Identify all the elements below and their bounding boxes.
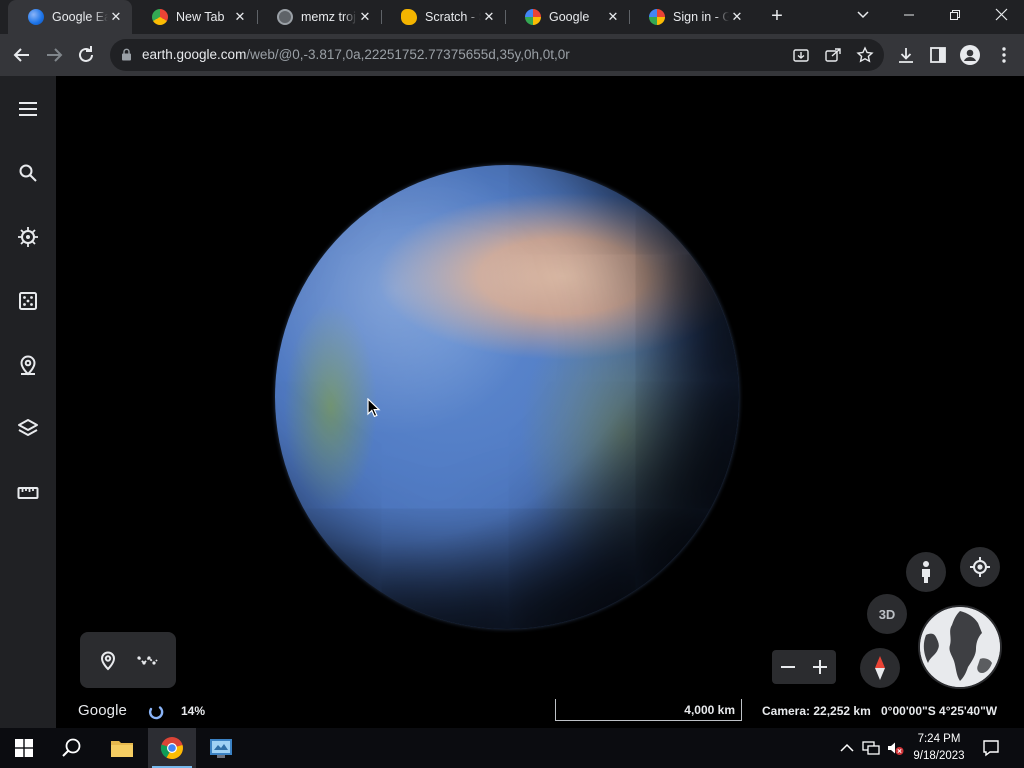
tab-new-tab[interactable]: New Tab ✕ (132, 0, 256, 34)
tab-google[interactable]: Google ✕ (505, 0, 629, 34)
zoom-controls (772, 650, 836, 684)
tab-title: Google Earth (52, 10, 108, 24)
chrome-taskbar-button[interactable] (148, 728, 196, 768)
tab-google-earth[interactable]: Google Earth ✕ (8, 0, 132, 34)
google-logo: Google (78, 702, 127, 719)
new-tab-button[interactable]: + (766, 6, 788, 28)
draw-path-icon[interactable] (136, 648, 160, 672)
scale-bar[interactable]: 4,000 km (555, 699, 742, 721)
pegman-icon (922, 561, 930, 583)
tab-title: New Tab (176, 10, 225, 24)
load-progress: 14% (181, 704, 206, 718)
folder-icon (111, 741, 133, 757)
clock-date: 9/18/2023 (913, 750, 965, 762)
loading-spinner-icon (148, 704, 164, 725)
scale-label: 4,000 km (684, 703, 735, 717)
volume-muted-icon[interactable] (886, 739, 904, 757)
url-text: earth.google.com/web/@0,-3.817,0a,222517… (142, 47, 570, 62)
tab-title: Sign in - Google (673, 10, 729, 24)
url-path: /web/@0,-3.817,0a,22251752.77375655d,35y… (246, 47, 570, 62)
close-tab-icon[interactable]: ✕ (108, 9, 124, 25)
url-host: earth.google.com (142, 47, 247, 62)
reload-icon[interactable] (74, 43, 98, 67)
tab-title: memz trojan (301, 10, 357, 24)
zoom-out-icon[interactable] (776, 655, 800, 679)
feeling-lucky-icon[interactable] (16, 289, 40, 313)
map-style-icon[interactable] (16, 417, 40, 441)
browser-toolbar: earth.google.com/web/@0,-3.817,0a,222517… (0, 34, 1024, 76)
control-panel-icon (210, 739, 232, 758)
taskbar-search-button[interactable] (48, 728, 96, 768)
close-tab-icon[interactable]: ✕ (232, 9, 248, 25)
chrome-icon (160, 737, 183, 760)
windows-taskbar: 7:24 PM 9/18/2023 (0, 728, 1024, 768)
search-icon[interactable] (16, 161, 40, 185)
lock-icon[interactable] (121, 48, 132, 66)
my-location-icon (970, 557, 990, 577)
close-tab-icon[interactable]: ✕ (605, 9, 621, 25)
bookmark-star-icon[interactable] (856, 46, 874, 64)
toggle-3d-button[interactable]: 3D (867, 594, 907, 634)
tab-title: Google (549, 10, 590, 24)
close-tab-icon[interactable]: ✕ (357, 9, 373, 25)
back-icon[interactable] (10, 43, 34, 67)
menu-icon[interactable] (16, 97, 40, 121)
profile-avatar-icon[interactable] (960, 45, 980, 65)
globe-viewport[interactable]: Google 14% 4,000 km Camera: 22,252 km 0°… (56, 76, 1024, 728)
globe-icon (277, 9, 293, 25)
forward-icon[interactable] (42, 43, 66, 67)
clock-time: 7:24 PM (917, 733, 961, 745)
close-tab-icon[interactable]: ✕ (729, 9, 745, 25)
chrome-icon (152, 9, 168, 25)
restore-icon[interactable] (940, 4, 970, 28)
left-nav-rail (0, 76, 56, 728)
google-earth-app: Google 14% 4,000 km Camera: 22,252 km 0°… (0, 76, 1024, 728)
start-button[interactable] (0, 728, 48, 768)
globe-night-shadow (275, 165, 739, 629)
tab-strip: Google Earth ✕ New Tab ✕ memz trojan ✕ S… (0, 0, 1024, 34)
google-icon (525, 9, 541, 25)
address-bar[interactable]: earth.google.com/web/@0,-3.817,0a,222517… (110, 39, 884, 71)
network-icon[interactable] (862, 739, 880, 757)
share-icon[interactable] (824, 46, 842, 64)
add-placemark-icon[interactable] (96, 648, 120, 672)
cursor-coordinates: 0°00'00"S 4°25'40"W (881, 704, 998, 718)
system-clock[interactable]: 7:24 PM 9/18/2023 (904, 731, 974, 765)
toggle-3d-label: 3D (878, 606, 896, 622)
google-earth-icon (28, 9, 44, 25)
side-panel-icon[interactable] (928, 45, 948, 65)
chrome-menu-icon[interactable] (994, 45, 1014, 65)
google-icon (649, 9, 665, 25)
close-window-icon[interactable] (986, 4, 1016, 28)
tab-memz[interactable]: memz trojan ✕ (257, 0, 381, 34)
tab-title: Scratch - Search (425, 10, 481, 24)
close-tab-icon[interactable]: ✕ (481, 9, 497, 25)
overview-minimap[interactable] (920, 607, 1000, 687)
action-center-icon[interactable] (982, 739, 1000, 757)
show-hidden-icons-icon[interactable] (838, 739, 856, 757)
zoom-in-icon[interactable] (808, 655, 832, 679)
minimize-icon[interactable] (894, 4, 924, 28)
projects-icon[interactable] (16, 353, 40, 377)
scratch-icon (401, 9, 417, 25)
camera-altitude: Camera: 22,252 km (762, 704, 871, 718)
install-app-icon[interactable] (792, 46, 810, 64)
compass-icon (875, 656, 885, 680)
tab-sign-in[interactable]: Sign in - Google ✕ (629, 0, 753, 34)
downloads-icon[interactable] (896, 45, 916, 65)
control-panel-button[interactable] (197, 728, 245, 768)
file-explorer-button[interactable] (98, 728, 146, 768)
tab-scratch[interactable]: Scratch - Search ✕ (381, 0, 505, 34)
measure-icon[interactable] (16, 481, 40, 505)
mouse-cursor-icon (367, 397, 381, 423)
windows-logo-icon (15, 739, 33, 757)
voyager-icon[interactable] (16, 225, 40, 249)
search-icon (62, 738, 81, 757)
pegman-button[interactable] (906, 552, 946, 592)
my-location-button[interactable] (960, 547, 1000, 587)
tab-search-icon[interactable] (848, 4, 878, 28)
draw-tools-panel (80, 632, 176, 688)
compass-button[interactable] (860, 648, 900, 688)
minimap-globe-icon (920, 607, 1000, 687)
